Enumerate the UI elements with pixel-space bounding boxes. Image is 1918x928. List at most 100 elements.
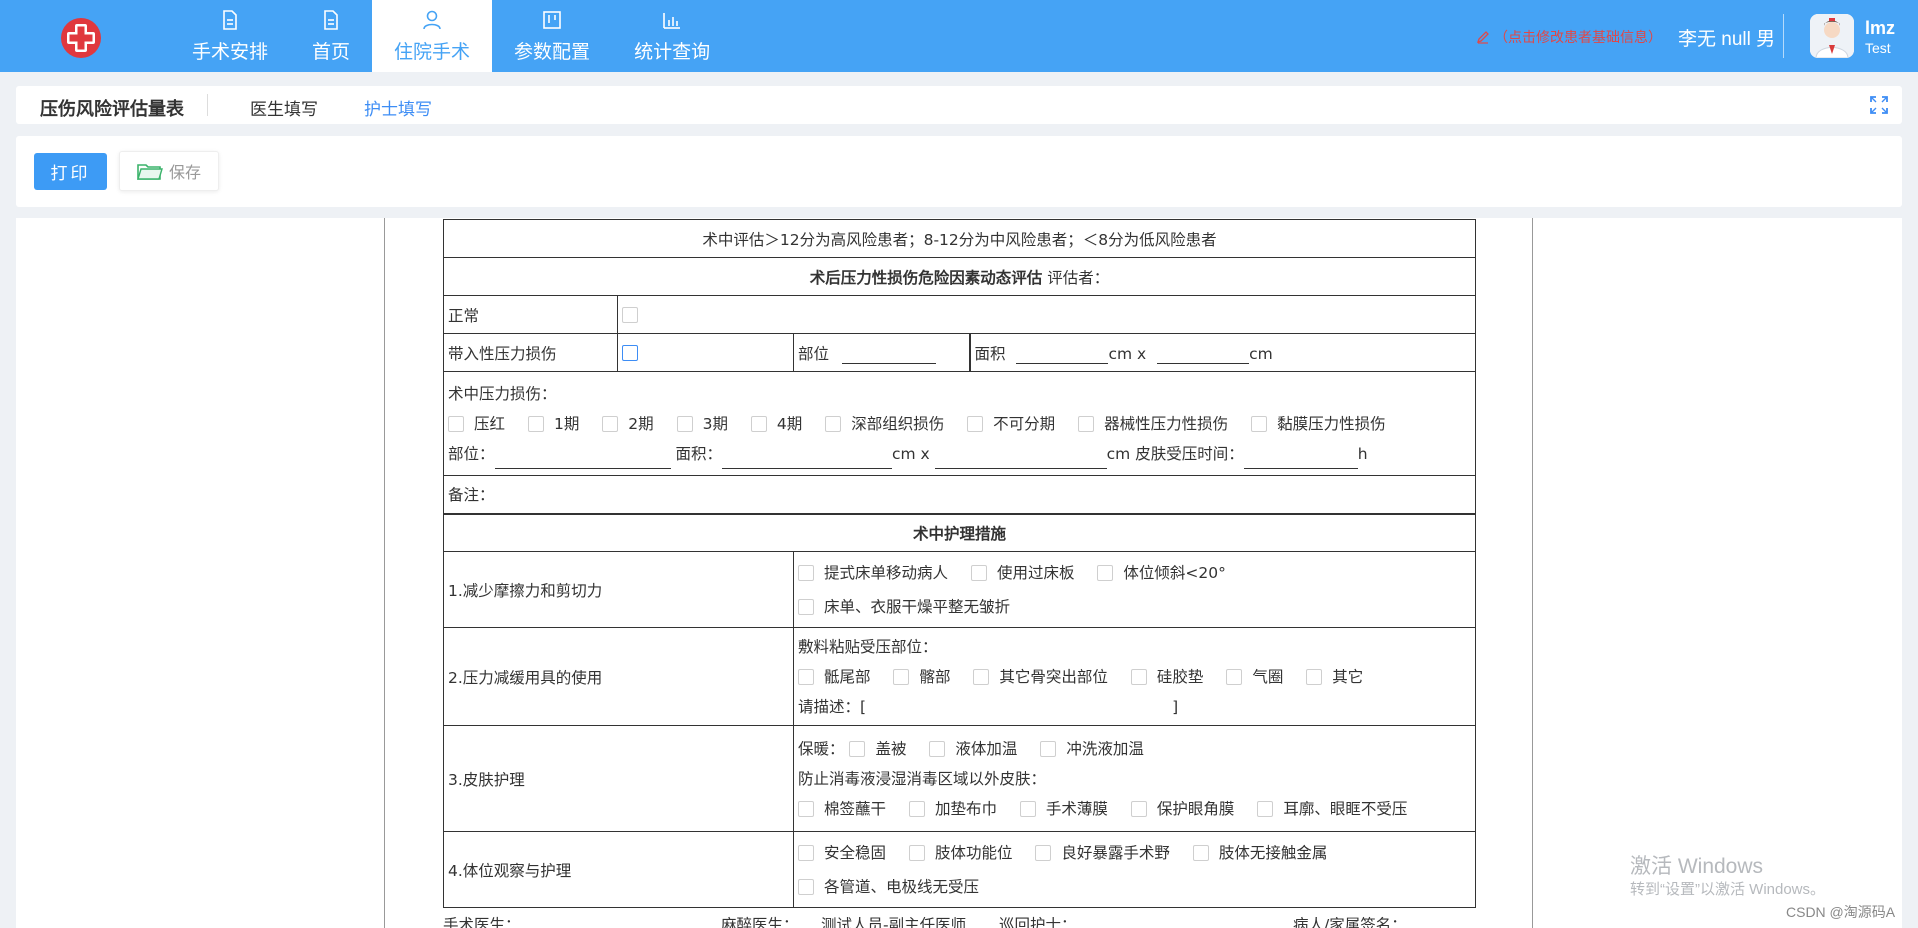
checkbox[interactable]: [1226, 669, 1243, 685]
checkbox[interactable]: [798, 845, 814, 861]
intra-area-width-input[interactable]: [934, 451, 1107, 469]
option-stage1[interactable]: 1期: [522, 409, 579, 439]
describe-row: 请描述：[]: [798, 697, 1179, 716]
option-mucosa[interactable]: 黏膜压力性损伤: [1245, 409, 1386, 439]
option-sacrum[interactable]: 骶尾部: [798, 662, 871, 692]
checkbox[interactable]: [798, 669, 814, 685]
form-tabbar: 压伤风险评估量表 医生填写 护士填写: [16, 86, 1902, 124]
remark-cell[interactable]: 备注：: [442, 475, 1477, 515]
checkbox[interactable]: [970, 565, 987, 581]
checkbox[interactable]: [908, 801, 925, 817]
checkbox[interactable]: [798, 801, 814, 817]
intra-site-input[interactable]: [494, 451, 671, 469]
table-row: 备注：: [442, 475, 1477, 515]
option-silicone-pad[interactable]: 硅胶垫: [1125, 662, 1203, 692]
save-button[interactable]: 保存: [119, 151, 219, 191]
checkbox[interactable]: [1097, 565, 1114, 581]
tab-nurse[interactable]: 护士填写: [364, 95, 432, 120]
option-cotton-swab[interactable]: 棉签蘸干: [798, 794, 886, 824]
checkbox[interactable]: [1035, 845, 1052, 861]
assessor-label: 评估者：: [1047, 268, 1110, 287]
option-row: 床单、衣服干燥平整无皱折: [798, 590, 1471, 624]
site-input[interactable]: [841, 346, 936, 364]
print-button[interactable]: 打印: [34, 153, 107, 190]
normal-checkbox[interactable]: [622, 307, 638, 323]
option-exposure[interactable]: 良好暴露手术野: [1029, 836, 1170, 870]
checkbox[interactable]: [908, 845, 925, 861]
checkbox[interactable]: [1192, 845, 1209, 861]
option-unstageable[interactable]: 不可分期: [961, 409, 1055, 439]
area-width-input[interactable]: [1157, 346, 1250, 364]
checkbox[interactable]: [1251, 416, 1268, 432]
area-label: 面积: [974, 344, 1006, 363]
measure-3-sub: 防止消毒液浸湿消毒区域以外皮肤：: [798, 769, 1047, 788]
checkbox[interactable]: [448, 416, 464, 432]
option-blanket[interactable]: 盖被: [849, 734, 906, 764]
checkbox[interactable]: [602, 416, 619, 432]
checkbox[interactable]: [1130, 801, 1147, 817]
checkbox[interactable]: [1130, 669, 1147, 685]
option-functional-position[interactable]: 肢体功能位: [903, 836, 1012, 870]
option-ear-eye[interactable]: 耳廓、眼眶不受压: [1251, 794, 1407, 824]
option-dry-sheet[interactable]: 床单、衣服干燥平整无皱折: [798, 590, 1010, 624]
option-cornea-protect[interactable]: 保护眼角膜: [1125, 794, 1234, 824]
nav-home[interactable]: 首页: [290, 0, 372, 72]
checkbox[interactable]: [1019, 801, 1036, 817]
option-device[interactable]: 器械性压力性损伤: [1072, 409, 1228, 439]
area-length-input[interactable]: [1016, 346, 1109, 364]
option-air-ring[interactable]: 气圈: [1220, 662, 1283, 692]
option-no-metal[interactable]: 肢体无接触金属: [1187, 836, 1327, 870]
fullscreen-icon[interactable]: [1870, 96, 1888, 114]
area-cell: 面积 cm x cm: [968, 333, 1477, 372]
patient-info: 李无 null 男: [1678, 29, 1776, 50]
unit-hour: h: [1357, 444, 1368, 463]
skin-time-input[interactable]: [1243, 451, 1358, 469]
checkbox[interactable]: [750, 416, 767, 432]
option-surgical-film[interactable]: 手术薄膜: [1014, 794, 1108, 824]
option-stable[interactable]: 安全稳固: [798, 836, 886, 870]
option-stage4[interactable]: 4期: [745, 409, 802, 439]
checkbox[interactable]: [1078, 416, 1095, 432]
option-tilt[interactable]: 体位倾斜<20°: [1091, 556, 1226, 590]
nav-parameter-config[interactable]: 参数配置: [492, 0, 612, 72]
nav-inpatient-surgery[interactable]: 住院手术: [372, 0, 493, 72]
nav-statistics[interactable]: 统计查询: [612, 0, 732, 72]
csdn-watermark: CSDN @淘源码A: [1786, 904, 1896, 920]
option-lines-free[interactable]: 各管道、电极线无受压: [798, 870, 979, 904]
option-fluid-warm[interactable]: 液体加温: [923, 734, 1017, 764]
option-other[interactable]: 其它: [1300, 662, 1363, 692]
checkbox[interactable]: [967, 416, 984, 432]
nav-surgery-schedule[interactable]: 手术安排: [170, 0, 290, 72]
option-redness[interactable]: 压红: [448, 409, 505, 439]
checkbox[interactable]: [929, 741, 946, 757]
option-stage2[interactable]: 2期: [596, 409, 654, 439]
option-transfer-board[interactable]: 使用过床板: [965, 556, 1074, 590]
form-content-area[interactable]: 术中评估＞12分为高风险患者；8-12分为中风险患者；＜8分为低风险患者 术后压…: [16, 218, 1902, 928]
avatar[interactable]: [1810, 14, 1854, 58]
checkbox[interactable]: [527, 416, 544, 432]
checkbox[interactable]: [849, 741, 866, 757]
checkbox[interactable]: [1257, 801, 1274, 817]
folder-icon: [137, 164, 163, 180]
option-iliac[interactable]: 髂部: [887, 662, 950, 692]
option-stage3[interactable]: 3期: [671, 409, 728, 439]
checkbox[interactable]: [973, 669, 990, 685]
option-pad-towel[interactable]: 加垫布巾: [903, 794, 997, 824]
checkbox[interactable]: [676, 416, 693, 432]
checkbox[interactable]: [893, 669, 910, 685]
option-lift-sheet[interactable]: 提式床单移动病人: [798, 556, 948, 590]
checkbox[interactable]: [1306, 669, 1323, 685]
intra-area-length-input[interactable]: [721, 451, 892, 469]
measure-1-options: 提式床单移动病人 使用过床板 体位倾斜<20° 床单、衣服干燥平整无皱折: [792, 551, 1477, 628]
edit-patient-link[interactable]: （点击修改患者基础信息）: [1476, 27, 1662, 47]
checkbox[interactable]: [798, 599, 814, 615]
option-irrigation-warm[interactable]: 冲洗液加温: [1034, 734, 1144, 764]
checkbox[interactable]: [798, 879, 814, 895]
checkbox[interactable]: [825, 416, 842, 432]
checkbox[interactable]: [798, 565, 814, 581]
carried-injury-checkbox[interactable]: [622, 345, 638, 361]
option-bony-prominence[interactable]: 其它骨突出部位: [967, 662, 1108, 692]
checkbox[interactable]: [1040, 741, 1057, 757]
option-deep-tissue[interactable]: 深部组织损伤: [819, 409, 944, 439]
tab-doctor[interactable]: 医生填写: [250, 95, 318, 120]
